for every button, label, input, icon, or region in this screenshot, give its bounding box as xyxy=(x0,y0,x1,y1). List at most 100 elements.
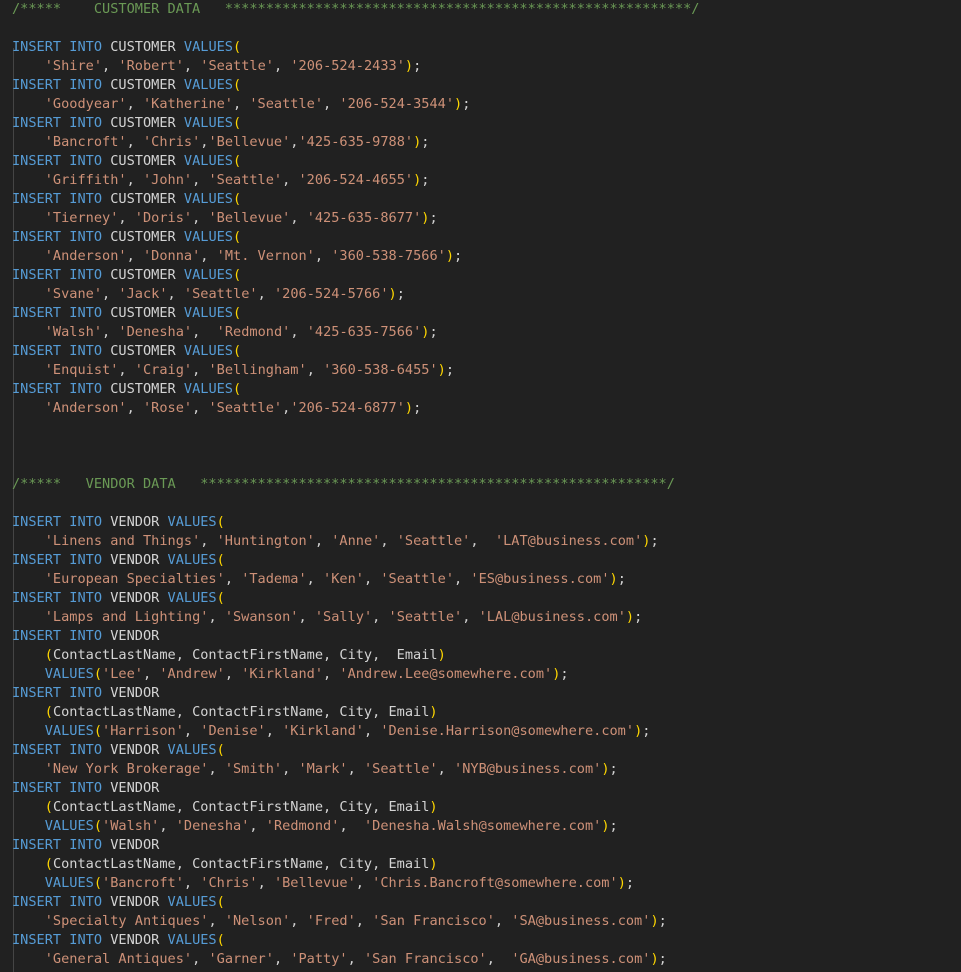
separator: , xyxy=(282,172,299,188)
keyword-values: VALUES xyxy=(183,267,233,283)
open-paren: ( xyxy=(233,381,242,397)
keyword-insert-into: INSERT INTO xyxy=(12,115,103,131)
separator: , xyxy=(142,666,160,682)
string-literal: 'Bancroft' xyxy=(44,134,127,150)
string-literal: 'Denesha.Walsh@somewhere.com' xyxy=(364,818,602,834)
semicolon: ; xyxy=(445,362,455,378)
close-paren: ) xyxy=(437,362,446,378)
table-name: VENDOR xyxy=(110,932,160,948)
separator: , xyxy=(372,609,389,625)
string-literal: 'Walsh' xyxy=(44,324,103,340)
close-paren: ) xyxy=(388,286,397,302)
string-literal: 'Denesha' xyxy=(175,818,250,834)
string-literal: 'Bellevue' xyxy=(273,875,356,891)
semicolon: ; xyxy=(658,913,667,929)
keyword-values: VALUES xyxy=(183,39,233,55)
string-literal: '206-524-2433' xyxy=(290,58,405,74)
string-literal: 'Garner' xyxy=(208,951,274,967)
keyword-values: VALUES xyxy=(183,229,233,245)
values-line: 'Specialty Antiques', 'Nelson', 'Fred', … xyxy=(0,912,961,931)
keyword-values: VALUES xyxy=(183,343,233,359)
open-paren: ( xyxy=(233,153,242,169)
separator: , xyxy=(192,172,209,188)
separator: , xyxy=(380,533,397,549)
values-line: 'Svane', 'Jack', 'Seattle', '206-524-576… xyxy=(0,285,961,304)
keyword-values: VALUES xyxy=(44,818,94,834)
string-literal: 'LAL@business.com' xyxy=(478,609,626,625)
string-literal: 'Shire' xyxy=(44,58,103,74)
separator: , xyxy=(192,324,217,340)
string-literal: 'Harrison' xyxy=(102,723,184,739)
string-literal: 'Goodyear' xyxy=(44,96,127,112)
open-paren: ( xyxy=(233,305,242,321)
separator: , xyxy=(126,172,143,188)
open-paren: ( xyxy=(44,647,53,663)
close-paren: ) xyxy=(601,818,610,834)
string-literal: 'Seattle' xyxy=(363,761,438,777)
string-literal: '206-524-3544' xyxy=(339,96,454,112)
keyword-insert-into: INSERT INTO xyxy=(12,837,103,853)
semicolon: ; xyxy=(421,134,430,150)
column-name-list: ContactLastName, ContactFirstName, City,… xyxy=(52,856,430,872)
open-paren: ( xyxy=(216,552,225,568)
keyword-insert-into: INSERT INTO xyxy=(12,343,103,359)
string-literal: 'Anderson' xyxy=(44,400,127,416)
string-literal: 'New York Brokerage' xyxy=(44,761,209,777)
string-literal: 'Walsh' xyxy=(102,818,160,834)
close-paren: ) xyxy=(429,799,438,815)
string-literal: '425-635-9788' xyxy=(298,134,414,150)
separator: , xyxy=(462,609,479,625)
string-literal: 'Enquist' xyxy=(44,362,119,378)
separator: , xyxy=(208,913,225,929)
string-literal: 'Rose' xyxy=(142,400,193,416)
string-literal: '206-524-5766' xyxy=(273,286,389,302)
table-name: CUSTOMER xyxy=(110,39,176,55)
insert-statement-head: INSERT INTO VENDOR VALUES( xyxy=(0,513,961,532)
close-paren: ) xyxy=(617,875,626,891)
separator: , xyxy=(126,248,143,264)
separator: , xyxy=(192,400,209,416)
string-literal: 'Craig' xyxy=(134,362,193,378)
column-list-line: (ContactLastName, ContactFirstName, City… xyxy=(0,646,961,665)
close-paren: ) xyxy=(454,96,463,112)
separator: , xyxy=(257,875,274,891)
separator: , xyxy=(224,666,242,682)
insert-statement-head: INSERT INTO CUSTOMER VALUES( xyxy=(0,304,961,323)
separator: , xyxy=(159,818,176,834)
open-paren: ( xyxy=(233,77,242,93)
table-name: VENDOR xyxy=(110,837,160,853)
code-editor-pane[interactable]: /***** CUSTOMER DATA *******************… xyxy=(0,0,961,972)
values-line: 'Linens and Things', 'Huntington', 'Anne… xyxy=(0,532,961,551)
table-name: CUSTOMER xyxy=(110,77,176,93)
string-literal: 'Seattle' xyxy=(249,96,324,112)
values-line: 'Griffith', 'John', 'Seattle', '206-524-… xyxy=(0,171,961,190)
separator: , xyxy=(208,609,225,625)
string-literal: 'Lamps and Lighting' xyxy=(44,609,209,625)
table-name: VENDOR xyxy=(110,685,160,701)
separator: , xyxy=(306,571,324,587)
semicolon: ; xyxy=(617,571,626,587)
close-paren: ) xyxy=(625,609,635,625)
keyword-values: VALUES xyxy=(44,666,94,682)
sql-source-code[interactable]: /***** CUSTOMER DATA *******************… xyxy=(0,0,961,969)
string-literal: 'Patty' xyxy=(290,951,348,967)
string-literal: 'John' xyxy=(142,172,193,188)
separator: , xyxy=(355,875,373,891)
string-literal: 'Seattle' xyxy=(208,400,283,416)
string-literal: 'General Antiques' xyxy=(44,951,193,967)
